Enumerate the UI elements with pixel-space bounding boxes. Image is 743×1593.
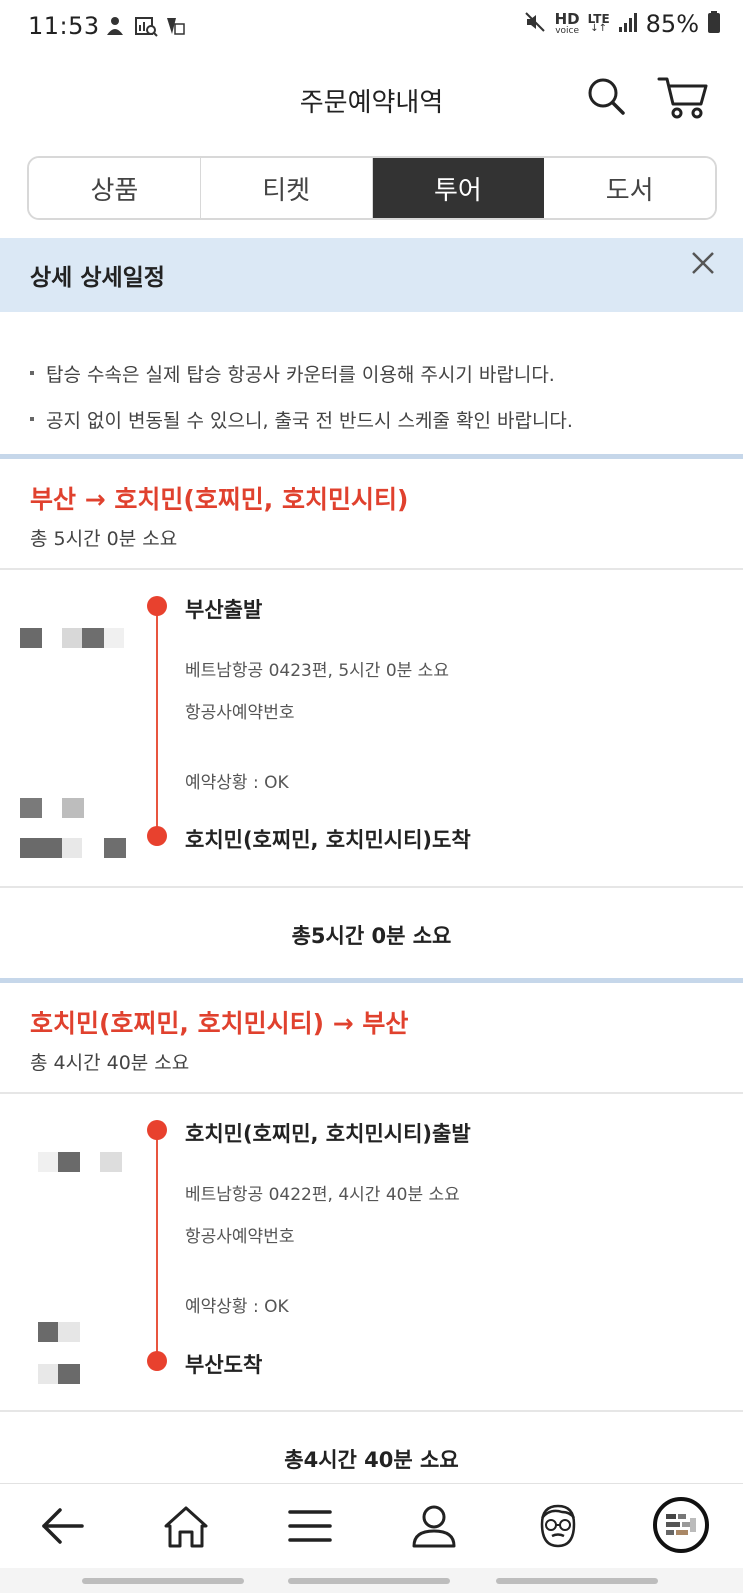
signal-icon (618, 11, 638, 37)
tab-products[interactable]: 상품 (29, 158, 201, 218)
route-duration: 총 5시간 0분 소요 (30, 528, 178, 550)
gesture-pill (288, 1578, 450, 1584)
mute-icon (523, 10, 547, 38)
home-button[interactable] (160, 1500, 212, 1552)
booking-number-label: 항공사예약번호 (185, 1227, 295, 1247)
home-icon (164, 1506, 208, 1548)
profile-button[interactable] (652, 1496, 710, 1554)
timeline-arrival-dot (147, 1351, 167, 1371)
cart-button[interactable] (657, 74, 709, 120)
tab-tour[interactable]: 투어 (372, 158, 545, 218)
divider (0, 886, 743, 888)
booking-status: 예약상황 : OK (185, 1297, 289, 1317)
booking-status: 예약상황 : OK (185, 773, 289, 793)
route-duration: 총 4시간 40분 소요 (30, 1052, 190, 1074)
detail-header-bar: 상세 상세일정 (0, 238, 743, 312)
status-time: 11:53 (28, 12, 100, 40)
route-title: 부산 → 호치민(호찌민, 호치민시티) (30, 485, 409, 514)
tab-books[interactable]: 도서 (544, 158, 715, 218)
my-page-button[interactable] (408, 1500, 460, 1552)
divider (0, 568, 743, 570)
timeline-line (156, 1130, 158, 1360)
notification-icons (104, 15, 186, 37)
battery-percent: 85% (645, 10, 699, 38)
app-badge-icon (164, 15, 186, 37)
status-bar: 11:53 HD voice LTE ↓↑ 85% (0, 0, 743, 56)
hd-voice-indicator: HD voice (554, 10, 580, 37)
redacted-date (38, 1322, 98, 1344)
face-icon (540, 1504, 576, 1548)
arrival-label: 부산도착 (185, 1353, 263, 1377)
redacted-arrival-time (20, 838, 130, 860)
cart-icon (657, 77, 708, 119)
chart-search-icon (134, 15, 158, 37)
search-icon (588, 78, 625, 115)
close-button[interactable] (690, 250, 716, 276)
back-arrow-icon (42, 1508, 84, 1544)
timeline-arrival-dot (147, 826, 167, 846)
flight-info: 베트남항공 0423편, 5시간 0분 소요 (185, 661, 449, 681)
profile-avatar-icon (653, 1497, 709, 1553)
section-divider (0, 454, 743, 459)
gesture-pill (496, 1578, 658, 1584)
battery-icon (707, 10, 721, 38)
lte-indicator: LTE ↓↑ (587, 12, 610, 34)
departure-label: 호치민(호찌민, 호치민시티)출발 (185, 1122, 471, 1146)
page-title: 주문예약내역 (299, 88, 444, 118)
redacted-arrival-time (38, 1364, 128, 1386)
redacted-date (20, 798, 100, 820)
gesture-pill (82, 1578, 244, 1584)
menu-icon (288, 1510, 332, 1542)
divider (0, 1092, 743, 1094)
notice-item: 탑승 수속은 실제 탑승 항공사 카운터를 이용해 주시기 바랍니다. (30, 350, 730, 396)
user-icon (412, 1505, 456, 1548)
status-right: HD voice LTE ↓↑ 85% (523, 10, 721, 38)
flight-info: 베트남항공 0422편, 4시간 40분 소요 (185, 1185, 460, 1205)
redacted-departure-time (38, 1152, 128, 1174)
app-header: 주문예약내역 (0, 64, 743, 134)
redacted-departure-time (20, 628, 130, 650)
app-notification-icon (104, 15, 126, 37)
menu-button[interactable] (284, 1500, 336, 1552)
search-button[interactable] (584, 74, 628, 118)
timeline-departure-dot (147, 596, 167, 616)
timeline-departure-dot (147, 1120, 167, 1140)
category-tabs: 상품 티켓 투어 도서 (27, 156, 717, 220)
notice-item: 공지 없이 변동될 수 있으니, 출국 전 반드시 스케줄 확인 바랍니다. (30, 396, 730, 442)
character-button[interactable] (532, 1500, 584, 1552)
total-duration: 총4시간 40분 소요 (284, 1448, 459, 1472)
notice-list: 탑승 수속은 실제 탑승 항공사 카운터를 이용해 주시기 바랍니다. 공지 없… (30, 350, 730, 442)
arrival-label: 호치민(호찌민, 호치민시티)도착 (185, 828, 471, 852)
back-button[interactable] (36, 1500, 88, 1552)
detail-title: 상세 상세일정 (30, 265, 165, 291)
system-gesture-bar (0, 1568, 743, 1593)
timeline-line (156, 606, 158, 836)
bottom-navigation (0, 1483, 743, 1568)
tab-tickets[interactable]: 티켓 (200, 158, 373, 218)
total-duration: 총5시간 0분 소요 (291, 924, 452, 948)
close-icon (692, 252, 714, 274)
section-divider (0, 978, 743, 983)
divider (0, 1410, 743, 1412)
departure-label: 부산출발 (185, 598, 263, 622)
route-title: 호치민(호찌민, 호치민시티) → 부산 (30, 1009, 409, 1038)
booking-number-label: 항공사예약번호 (185, 703, 295, 723)
